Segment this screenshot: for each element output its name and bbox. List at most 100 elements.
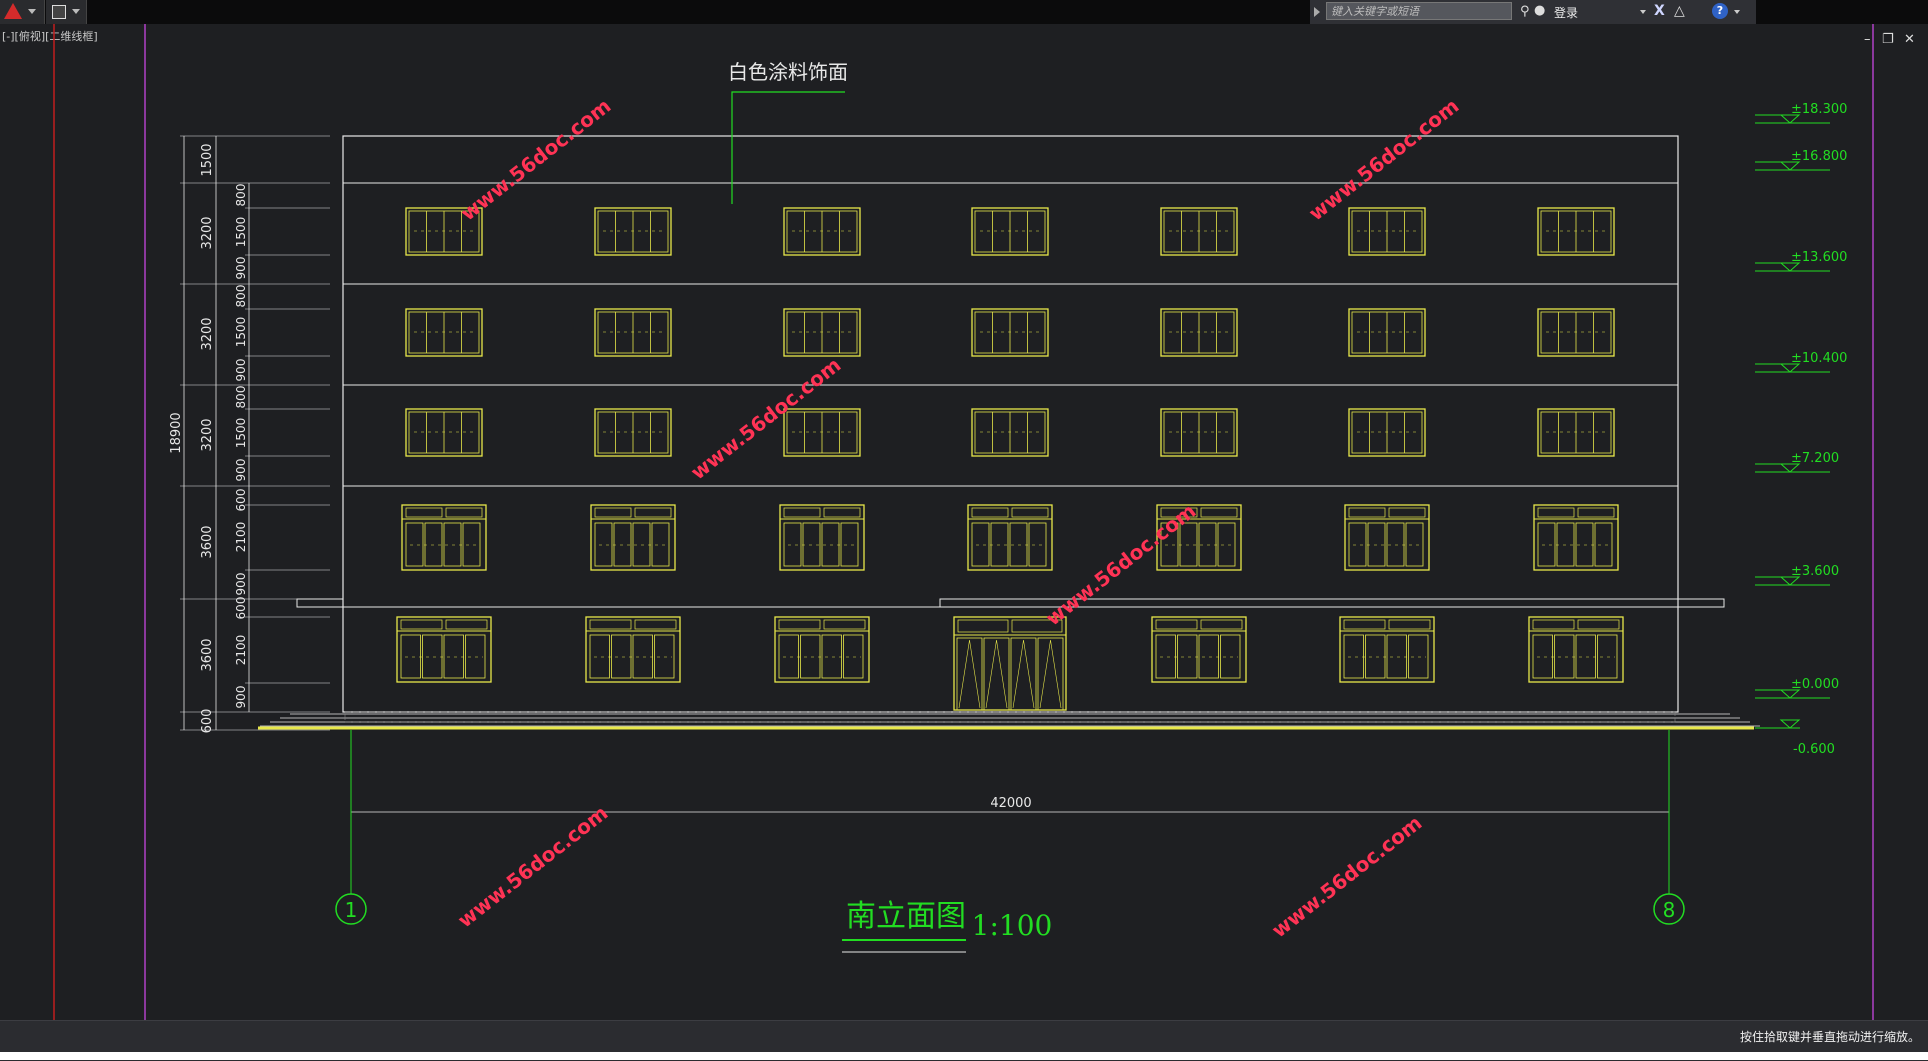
facade-outline	[342, 135, 1679, 713]
leader-line	[731, 91, 845, 204]
floor-height-label: 3200	[200, 317, 215, 350]
window-top-light	[1532, 619, 1575, 630]
window-pane	[1408, 634, 1429, 679]
window	[971, 207, 1049, 256]
window-top-light	[1577, 507, 1615, 518]
elevation-label: ±13.600	[1791, 250, 1847, 265]
window-top-light	[1343, 619, 1386, 630]
door-top-light	[957, 619, 1009, 633]
floor-height-label: 3200	[200, 216, 215, 249]
window-pane	[651, 522, 670, 567]
drawing-scale: 1:100	[972, 909, 1053, 942]
window	[594, 207, 672, 256]
watermark-text: www.56doc.com	[1304, 94, 1463, 226]
elevation-label: -0.600	[1793, 742, 1835, 757]
window	[1344, 504, 1430, 571]
floor-height-label: 3600	[200, 638, 215, 671]
plinth-brick-pattern	[344, 711, 1676, 723]
window-pane	[400, 634, 421, 679]
detail-dim-label: 800	[234, 184, 248, 207]
window	[1160, 308, 1238, 357]
window-pane	[443, 522, 462, 567]
door-leaf	[956, 637, 983, 711]
window-pane	[1198, 634, 1219, 679]
window-top-light	[783, 507, 821, 518]
elevation-mark: ±18.300	[1755, 102, 1847, 124]
elevation-label: ±10.400	[1791, 351, 1847, 366]
window-pane	[971, 522, 990, 567]
floor-height-label: 3600	[200, 525, 215, 558]
window-pane	[800, 634, 821, 679]
window	[401, 504, 487, 571]
window-top-light	[1200, 507, 1238, 518]
detail-dim-label: 900	[234, 686, 248, 709]
detail-dim-label: 1500	[234, 418, 248, 449]
window-pane	[1177, 634, 1198, 679]
window-pane	[1343, 634, 1364, 679]
door-leaf	[1010, 637, 1037, 711]
window-pane	[1575, 522, 1594, 567]
window-pane	[1009, 522, 1028, 567]
window-pane	[613, 522, 632, 567]
window-pane	[1554, 634, 1575, 679]
elevation-marks: ±18.300 ±16.800 ±13.600 ±10.400 ±7.200 ±3.600…	[1755, 102, 1847, 757]
window-pane	[654, 634, 675, 679]
window-group	[396, 207, 1624, 711]
window-top-light	[400, 619, 443, 630]
window-pane	[840, 522, 859, 567]
drawing-canvas[interactable]: 1500320032003200360036006001890080015009…	[0, 0, 1928, 1020]
window	[1528, 616, 1624, 683]
window-top-light	[445, 507, 483, 518]
door-swing-line	[958, 639, 981, 709]
window-top-light	[1388, 619, 1431, 630]
window-pane	[611, 634, 632, 679]
watermark-text: www.56doc.com	[1267, 811, 1426, 943]
elevation-mark: -0.600	[1755, 719, 1835, 757]
window-pane	[1405, 522, 1424, 567]
elevation-label: ±7.200	[1791, 451, 1839, 466]
window-pane	[405, 522, 424, 567]
elevation-mark: ±13.600	[1755, 250, 1847, 272]
door-frame	[953, 616, 1067, 711]
window	[1151, 616, 1247, 683]
drawing-title: 南立面图	[846, 899, 966, 934]
detail-dim-label: 900	[234, 359, 248, 382]
window	[783, 207, 861, 256]
window-pane	[465, 634, 486, 679]
detail-dim-label: 1500	[234, 217, 248, 248]
window	[1348, 308, 1426, 357]
detail-dim-label: 800	[234, 386, 248, 409]
window-pane	[424, 522, 443, 567]
window-pane	[1367, 522, 1386, 567]
window-pane	[1537, 522, 1556, 567]
floor-height-label: 3200	[200, 418, 215, 451]
elevation-label: ±0.000	[1791, 677, 1839, 692]
elevation-label: ±18.300	[1791, 102, 1847, 117]
window-pane	[1594, 522, 1613, 567]
status-message: 按住拾取键并垂直拖动进行缩放。	[1739, 1030, 1920, 1044]
window	[967, 504, 1053, 571]
detail-dim-label: 900	[234, 257, 248, 280]
floor-height-label: 1500	[200, 143, 215, 176]
finish-note: 白色涂料饰面	[728, 60, 848, 84]
window	[590, 504, 676, 571]
elevation-triangle	[1779, 719, 1801, 729]
window-pane	[783, 522, 802, 567]
window-top-light	[634, 619, 677, 630]
window-top-light	[971, 507, 1009, 518]
window	[594, 408, 672, 457]
door-swing-line	[985, 639, 1008, 709]
canopy-outline	[296, 598, 1725, 608]
window-pane	[1597, 634, 1618, 679]
detail-dim-label: 2100	[234, 522, 248, 553]
detail-dim-label: 800	[234, 285, 248, 308]
window	[1533, 504, 1619, 571]
detail-dim-label: 900	[234, 573, 248, 596]
window-pane	[1155, 634, 1176, 679]
window-pane	[1198, 522, 1217, 567]
window-top-light	[1577, 619, 1620, 630]
elevation-mark: ±7.200	[1755, 451, 1839, 473]
window	[1537, 408, 1615, 457]
window	[1160, 408, 1238, 457]
window-top-light	[594, 507, 632, 518]
